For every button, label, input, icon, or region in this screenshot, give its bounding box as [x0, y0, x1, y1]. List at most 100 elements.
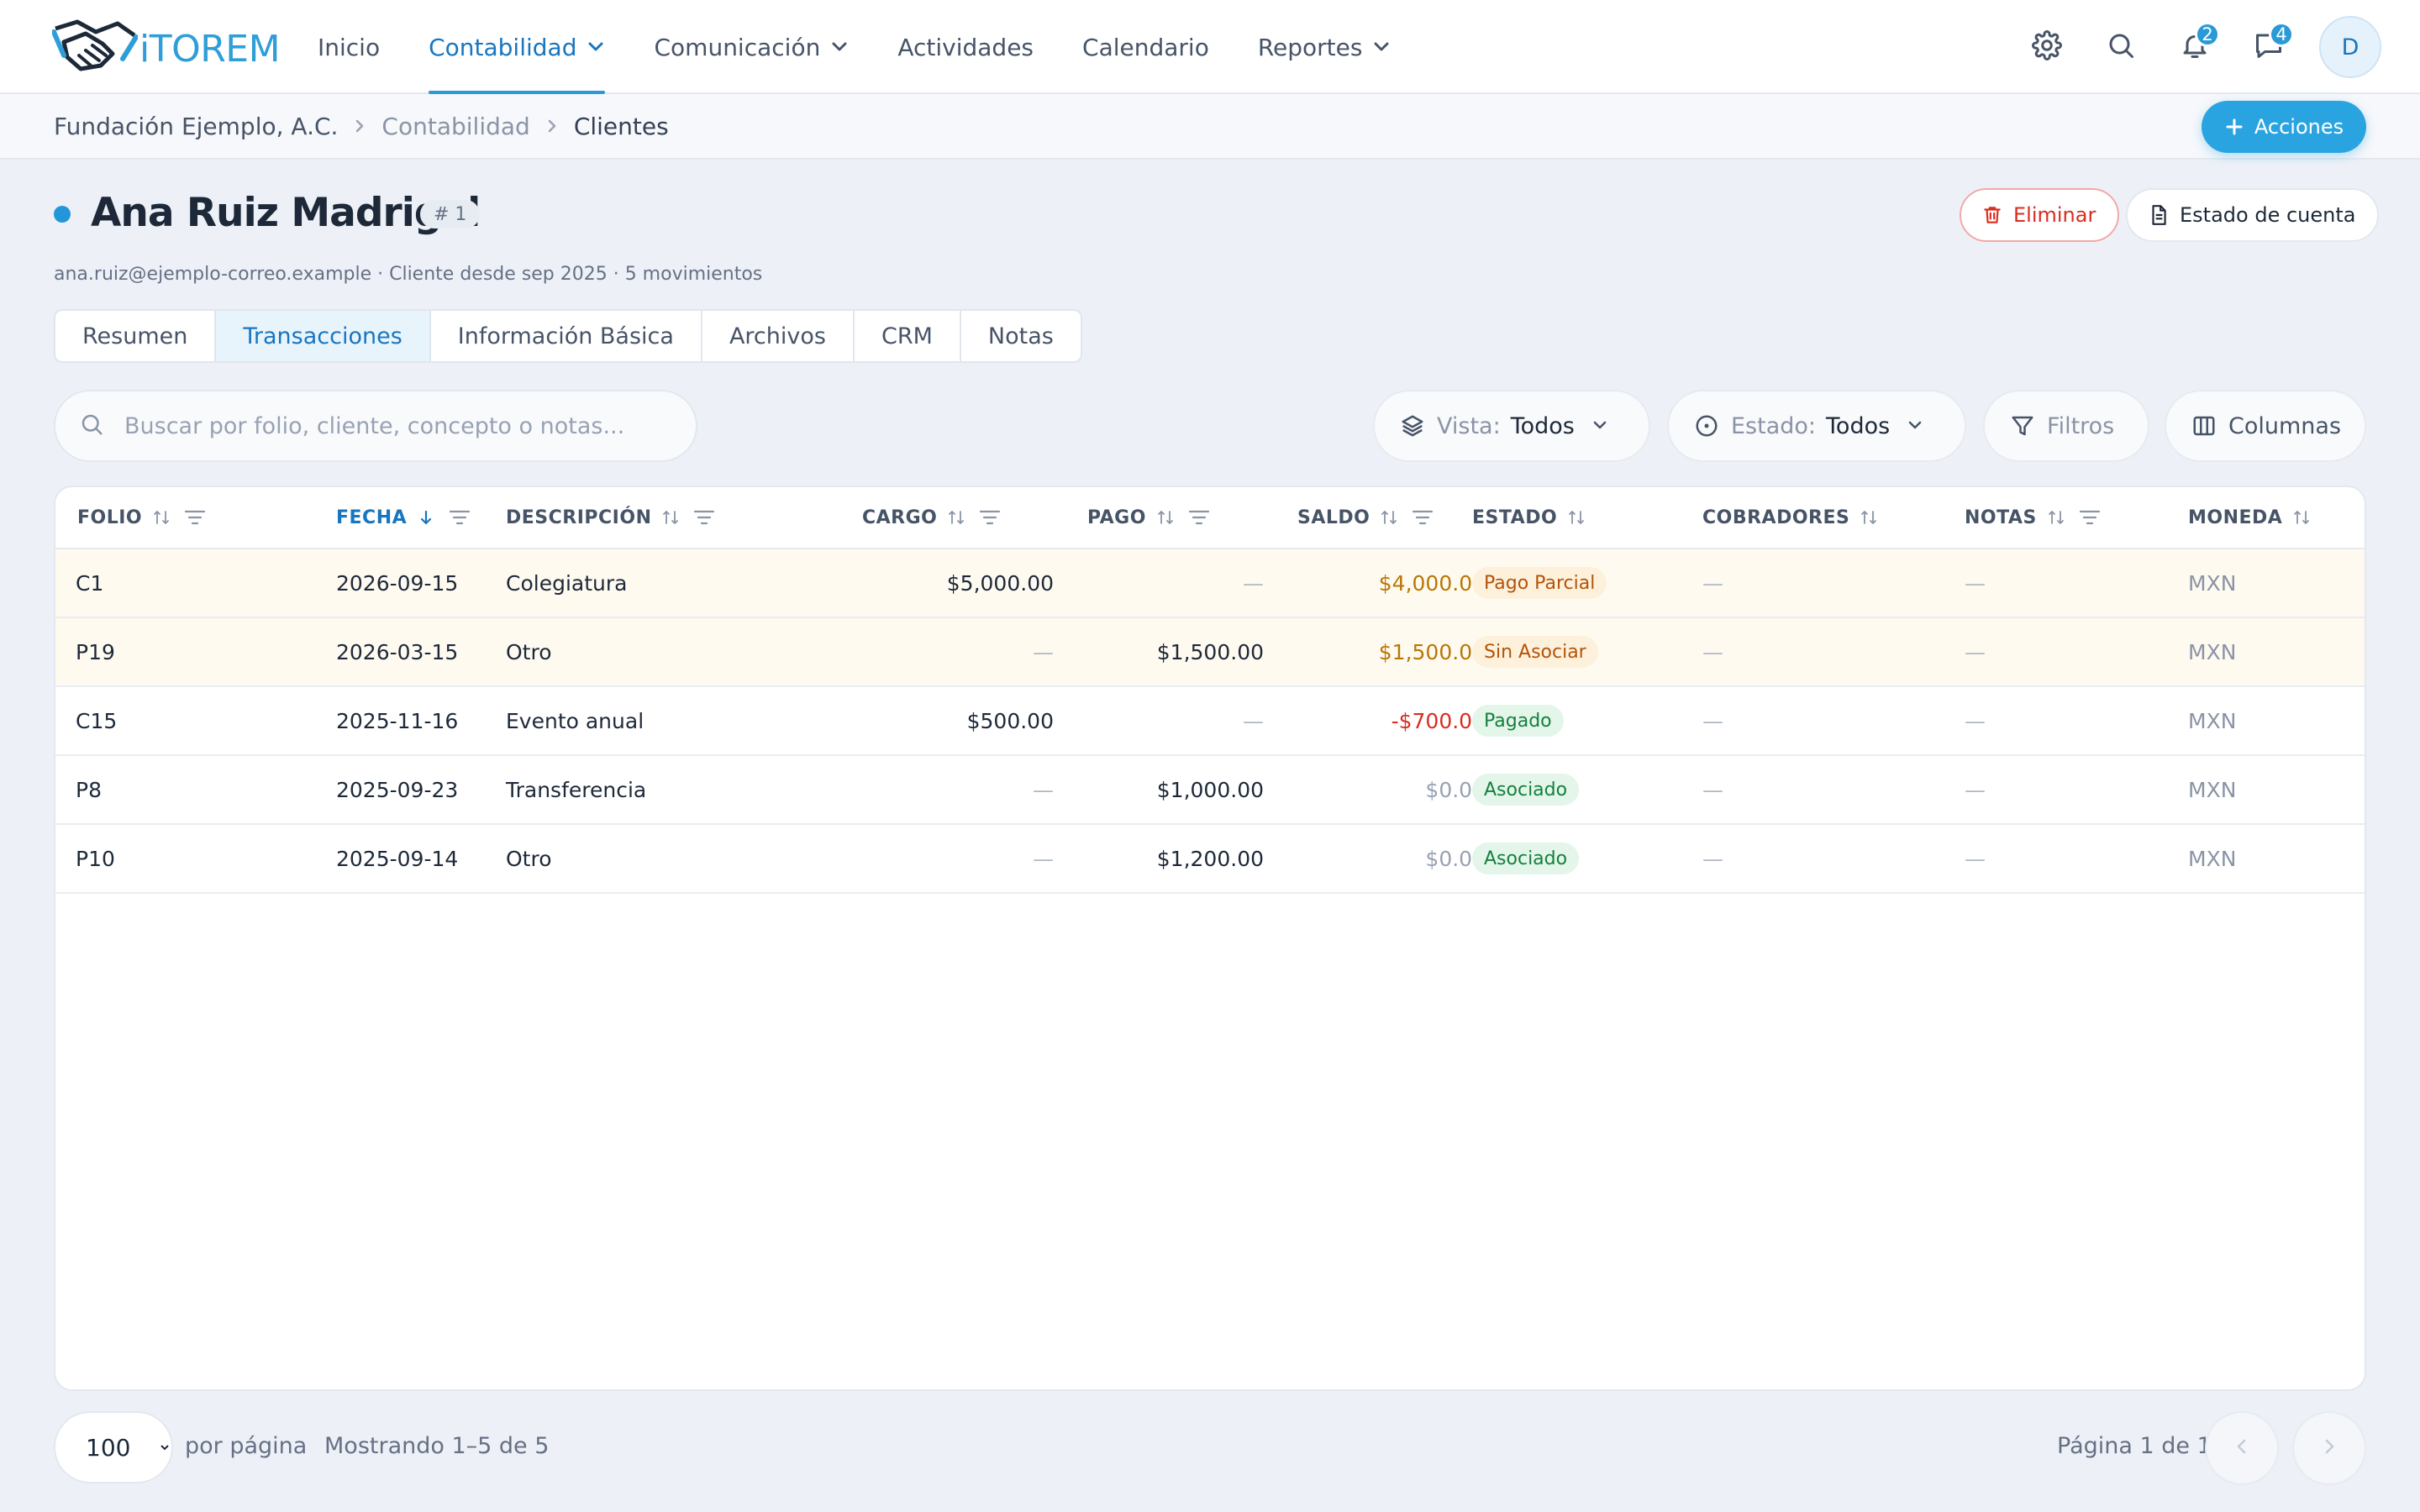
sort-icon[interactable] — [2292, 508, 2311, 527]
filter-lines-icon[interactable] — [693, 508, 715, 527]
filter-lines-icon[interactable] — [979, 508, 1001, 527]
search-box — [54, 390, 697, 462]
sort-icon[interactable] — [1567, 508, 1586, 527]
breadcrumb-org[interactable]: Fundación Ejemplo, A.C. — [54, 113, 338, 140]
column-header-cobradores[interactable]: COBRADORES — [1702, 487, 1878, 548]
filter-lines-icon[interactable] — [184, 508, 206, 527]
status-badge: Asociado — [1472, 843, 1580, 874]
column-label: FECHA — [336, 507, 408, 528]
messages-badge: 4 — [2269, 22, 2294, 47]
tab-archivos[interactable]: Archivos — [702, 311, 855, 361]
cell-saldo: $4,000.00 — [1378, 570, 1486, 596]
cell-moneda: MXN — [2188, 777, 2237, 802]
filter-lines-icon[interactable] — [1412, 508, 1434, 527]
columns-icon — [2191, 413, 2217, 438]
sort-icon[interactable] — [152, 508, 171, 527]
column-header-notas[interactable]: NOTAS — [1965, 487, 2101, 548]
app-logo[interactable]: iTOREM — [51, 17, 281, 81]
cell-estado: Pago Parcial — [1472, 549, 1607, 617]
columns-label: Columnas — [2228, 412, 2342, 439]
filters-button[interactable]: Filtros — [1983, 390, 2149, 462]
column-header-descripcion[interactable]: DESCRIPCIÓN — [506, 487, 715, 548]
nav-reportes[interactable]: Reportes — [1258, 0, 1392, 94]
previous-page-button[interactable] — [2205, 1411, 2279, 1485]
view-filter-dropdown[interactable]: Vista: Todos — [1373, 390, 1650, 462]
notifications-button[interactable]: 2 — [2170, 22, 2220, 72]
cell-saldo: -$700.00 — [1391, 708, 1486, 733]
table-row[interactable]: P8 2025-09-23 Transferencia — $1,000.00 … — [55, 756, 2365, 825]
nav-comunicacion[interactable]: Comunicación — [654, 0, 849, 94]
sort-icon[interactable] — [1156, 508, 1175, 527]
cell-descripcion: Colegiatura — [506, 570, 628, 596]
cell-descripcion: Evento anual — [506, 708, 644, 733]
filter-lines-icon[interactable] — [1188, 508, 1210, 527]
account-statement-button[interactable]: Estado de cuenta — [2126, 188, 2380, 242]
breadcrumb-section[interactable]: Contabilidad — [381, 113, 529, 140]
cell-estado: Pagado — [1472, 687, 1564, 754]
next-page-button[interactable] — [2292, 1411, 2366, 1485]
columns-button[interactable]: Columnas — [2165, 390, 2366, 462]
nav-label: Contabilidad — [429, 33, 577, 61]
statement-label: Estado de cuenta — [2180, 203, 2356, 227]
table-row[interactable]: P19 2026-03-15 Otro — $1,500.00 $1,500.0… — [55, 618, 2365, 687]
cell-moneda: MXN — [2188, 639, 2237, 664]
table-row[interactable]: C15 2025-11-16 Evento anual $500.00 — -$… — [55, 687, 2365, 756]
column-header-estado[interactable]: ESTADO — [1472, 487, 1586, 548]
table-row[interactable]: C1 2026-09-15 Colegiatura $5,000.00 — $4… — [55, 549, 2365, 618]
chevron-down-icon — [1907, 420, 1923, 432]
top-icons: 2 4 D — [1998, 15, 2381, 79]
column-header-cargo[interactable]: CARGO — [862, 487, 1001, 548]
tab-notas[interactable]: Notas — [961, 311, 1081, 361]
sort-icon[interactable] — [661, 508, 680, 527]
breadcrumb-current: Clientes — [573, 112, 669, 140]
search-button[interactable] — [2096, 22, 2146, 72]
filter-lines-icon[interactable] — [449, 508, 471, 527]
cell-cargo: $500.00 — [966, 708, 1054, 733]
cell-descripcion: Otro — [506, 639, 552, 664]
cell-notas: — — [1965, 777, 1986, 802]
table-row[interactable]: P10 2025-09-14 Otro — $1,200.00 $0.00 As… — [55, 825, 2365, 894]
delete-button[interactable]: Eliminar — [1960, 188, 2120, 242]
column-header-pago[interactable]: PAGO — [1087, 487, 1210, 548]
messages-button[interactable]: 4 — [2244, 22, 2294, 72]
nav-inicio[interactable]: Inicio — [318, 0, 380, 94]
nav-actividades[interactable]: Actividades — [897, 0, 1034, 94]
tab-transacciones[interactable]: Transacciones — [216, 311, 431, 361]
filter-lines-icon[interactable] — [2079, 508, 2101, 527]
circle-dot-icon — [1694, 413, 1719, 438]
nav-contabilidad[interactable]: Contabilidad — [429, 0, 606, 94]
cell-pago: — — [1243, 708, 1264, 733]
sort-icon[interactable] — [947, 508, 965, 527]
client-tabs: Resumen Transacciones Información Básica… — [54, 309, 1082, 363]
cell-notas: — — [1965, 639, 1986, 664]
column-header-moneda[interactable]: MONEDA — [2188, 487, 2311, 548]
column-header-saldo[interactable]: SALDO — [1297, 487, 1434, 548]
sort-icon[interactable] — [2047, 508, 2065, 527]
nav-label: Calendario — [1082, 33, 1209, 61]
per-page-select[interactable]: 25 50 100 — [54, 1411, 173, 1483]
cell-cargo: — — [1033, 846, 1054, 871]
settings-button[interactable] — [2022, 22, 2072, 72]
cell-saldo: $0.00 — [1425, 846, 1486, 871]
avatar[interactable]: D — [2319, 16, 2381, 78]
tab-resumen[interactable]: Resumen — [55, 311, 217, 361]
status-filter-dropdown[interactable]: Estado: Todos — [1667, 390, 1966, 462]
column-header-folio[interactable]: FOLIO — [77, 487, 206, 548]
gear-icon — [2032, 30, 2062, 64]
sort-icon[interactable] — [1860, 508, 1878, 527]
cell-cobradores: — — [1702, 777, 1723, 802]
cell-descripcion: Otro — [506, 846, 552, 871]
sort-icon[interactable] — [1380, 508, 1398, 527]
search-input[interactable] — [124, 412, 679, 439]
nav-calendario[interactable]: Calendario — [1082, 0, 1209, 94]
chevron-down-icon — [1372, 41, 1391, 53]
actions-button[interactable]: Acciones — [2202, 101, 2366, 153]
arrow-down-icon[interactable] — [417, 508, 435, 527]
tab-crm[interactable]: CRM — [855, 311, 961, 361]
main-nav: Inicio Contabilidad Comunicación Activid… — [318, 0, 1439, 94]
tab-informacion-basica[interactable]: Información Básica — [431, 311, 702, 361]
chevron-left-icon — [2233, 1436, 2250, 1460]
column-header-fecha[interactable]: FECHA — [336, 487, 471, 548]
column-label: COBRADORES — [1702, 507, 1850, 528]
cell-estado: Asociado — [1472, 825, 1580, 892]
